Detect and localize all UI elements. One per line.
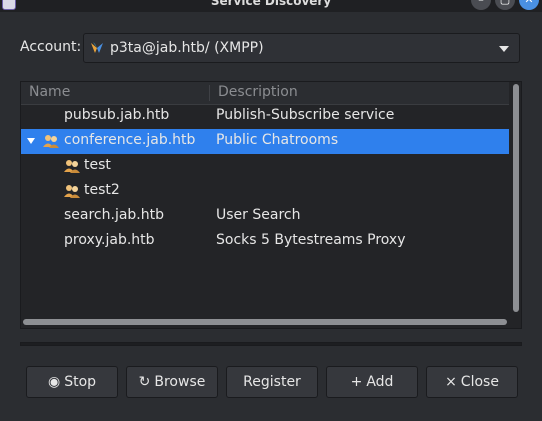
row-description: Socks 5 Bytestreams Proxy [216,232,406,248]
stop-icon: ◉ [47,374,61,390]
account-select[interactable]: p3ta@jab.htb/ (XMPP) [83,33,520,63]
tree-header: Name Description [21,82,509,105]
stop-label: Stop [64,374,97,390]
row-description: Publish-Subscribe service [216,107,395,123]
account-label: Account: [20,39,82,55]
column-header-description[interactable]: Description [218,84,298,100]
close-window-button[interactable]: ✕ [519,0,539,10]
browse-button[interactable]: ↻ Browse [126,366,218,398]
row-name: search.jab.htb [64,207,165,223]
tree-row-pubsub[interactable]: pubsub.jab.htb Publish-Subscribe service [21,104,509,129]
row-description: Public Chatrooms [216,132,339,148]
close-button[interactable]: × Close [426,366,518,398]
account-value: p3ta@jab.htb/ (XMPP) [110,40,264,56]
row-description: User Search [216,207,301,223]
column-header-name[interactable]: Name [29,84,70,100]
tree-row-conference[interactable]: conference.jab.htb Public Chatrooms [21,129,509,154]
row-name: test [84,157,111,173]
chatroom-icon [43,135,59,148]
register-label: Register [243,374,301,390]
vertical-scrollbar[interactable] [513,84,519,312]
row-name: conference.jab.htb [64,132,196,148]
progress-bar [20,342,522,346]
window-title: Service Discovery [210,0,332,8]
row-name: proxy.jab.htb [64,232,155,248]
plus-icon: + [350,374,363,390]
refresh-icon: ↻ [138,374,151,390]
expander-arrow-icon[interactable] [27,138,35,144]
browse-label: Browse [154,374,206,390]
chatroom-icon [64,185,80,198]
row-name: pubsub.jab.htb [64,107,170,123]
minimize-button[interactable]: – [471,0,491,10]
chevron-down-icon [499,46,509,52]
tree-row-proxy[interactable]: proxy.jab.htb Socks 5 Bytestreams Proxy [21,229,509,254]
close-label: Close [460,374,499,390]
tree-row-test2[interactable]: test2 [21,179,509,204]
column-separator[interactable] [209,85,210,101]
service-tree[interactable]: Name Description pubsub.jab.htb Publish-… [20,81,522,329]
stop-button[interactable]: ◉ Stop [26,366,118,398]
tree-row-search[interactable]: search.jab.htb User Search [21,204,509,229]
row-name: test2 [84,182,120,198]
xmpp-icon [91,42,103,53]
title-bar: Service Discovery – ▢ ✕ [0,0,542,12]
chatroom-icon [64,160,80,173]
register-button[interactable]: Register [226,366,318,398]
horizontal-scrollbar[interactable] [23,319,507,325]
close-icon: × [445,374,457,390]
add-button[interactable]: + Add [326,366,418,398]
maximize-button[interactable]: ▢ [495,0,515,10]
add-label: Add [366,374,394,390]
tree-row-test[interactable]: test [21,154,509,179]
